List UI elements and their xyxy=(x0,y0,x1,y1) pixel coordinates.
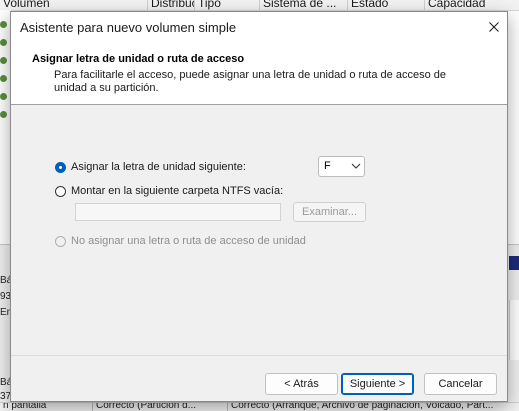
column-type[interactable]: Tipo xyxy=(195,0,260,10)
no-assign-radio[interactable] xyxy=(55,235,66,247)
new-simple-volume-wizard: Asistente para nuevo volumen simple Asig… xyxy=(10,11,508,402)
chevron-down-icon xyxy=(351,163,361,169)
partition-label[interactable]: Correcto (Partición d... xyxy=(92,403,226,411)
partition-label[interactable]: n pantalla xyxy=(0,403,93,411)
close-button[interactable] xyxy=(481,12,507,42)
wizard-footer: < Atrás Siguiente > Cancelar xyxy=(11,355,507,402)
wizard-header: Asignar letra de unidad o ruta de acceso… xyxy=(11,42,507,105)
volume-status-icon xyxy=(0,57,7,64)
folder-path-input[interactable] xyxy=(75,203,281,221)
back-button[interactable]: < Atrás xyxy=(265,373,338,395)
no-assign-label[interactable]: No asignar una letra o ruta de acceso de… xyxy=(71,235,306,247)
volume-status-icon xyxy=(0,111,7,118)
dialog-titlebar: Asistente para nuevo volumen simple xyxy=(11,12,507,42)
drive-letter-select[interactable]: F xyxy=(318,156,365,177)
assign-letter-option[interactable]: Asignar la letra de unidad siguiente: xyxy=(55,159,246,175)
column-filesystem[interactable]: Sistema de ... xyxy=(260,0,348,10)
partition-label[interactable]: Correcto (Arranque, Archivo de paginació… xyxy=(227,403,519,411)
column-layout[interactable]: Distribución xyxy=(148,0,195,10)
partition-bar[interactable] xyxy=(509,256,519,270)
column-status[interactable]: Estado xyxy=(348,0,425,10)
wizard-step-description: Para facilitarle el acceso, puede asigna… xyxy=(54,69,446,94)
wizard-step-title: Asignar letra de unidad o ruta de acceso xyxy=(32,53,245,65)
column-capacity[interactable]: Capacidad xyxy=(425,0,519,10)
partition-strip: n pantalla Correcto (Partición d... Corr… xyxy=(0,402,519,411)
close-icon xyxy=(489,22,499,32)
next-button[interactable]: Siguiente > xyxy=(341,373,414,395)
drive-letter-value: F xyxy=(324,160,331,172)
browse-button[interactable]: Examinar... xyxy=(293,202,366,222)
cancel-button[interactable]: Cancelar xyxy=(424,373,497,395)
volume-status-icon xyxy=(0,21,7,28)
wizard-body: Asignar la letra de unidad siguiente: F … xyxy=(11,105,507,355)
screen: Volumen Distribución Tipo Sistema de ...… xyxy=(0,0,519,411)
partition-box[interactable] xyxy=(509,300,519,360)
no-assign-option[interactable]: No asignar una letra o ruta de acceso de… xyxy=(55,233,306,249)
mount-folder-option[interactable]: Montar en la siguiente carpeta NTFS vací… xyxy=(55,183,283,199)
assign-letter-label[interactable]: Asignar la letra de unidad siguiente: xyxy=(71,161,246,173)
dialog-title: Asistente para nuevo volumen simple xyxy=(20,20,237,35)
column-volume[interactable]: Volumen xyxy=(0,0,148,10)
volume-status-icon xyxy=(0,75,7,82)
assign-letter-radio[interactable] xyxy=(55,161,66,173)
volume-list-header: Volumen Distribución Tipo Sistema de ...… xyxy=(0,0,519,11)
mount-folder-label[interactable]: Montar en la siguiente carpeta NTFS vací… xyxy=(71,185,283,197)
volume-status-icon xyxy=(0,93,7,100)
volume-status-icon xyxy=(0,39,7,46)
mount-folder-radio[interactable] xyxy=(55,185,66,197)
